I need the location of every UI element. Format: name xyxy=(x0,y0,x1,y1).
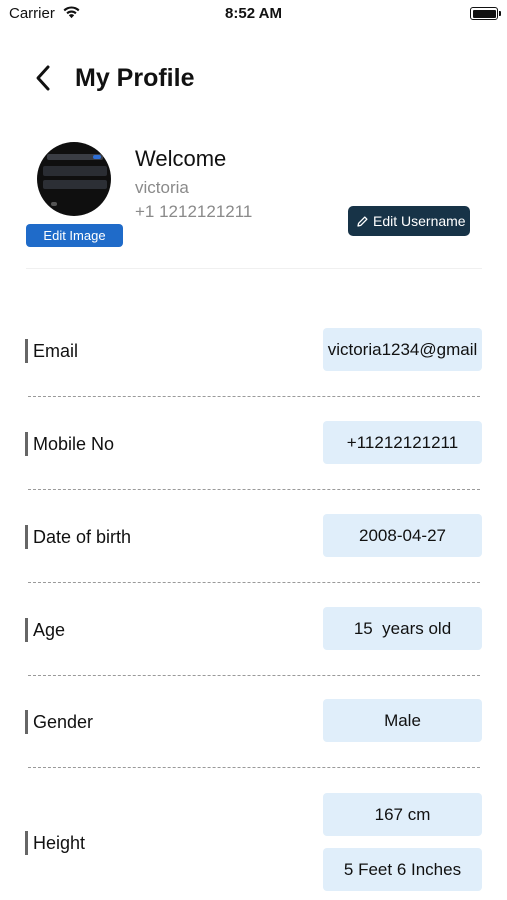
welcome-heading: Welcome xyxy=(135,146,227,171)
gender-value: Male xyxy=(323,699,482,742)
username-text: victoria xyxy=(135,178,189,197)
row-divider xyxy=(28,489,480,490)
height-label: Height xyxy=(25,831,85,855)
row-divider xyxy=(28,396,480,397)
avatar[interactable] xyxy=(37,142,111,216)
mobile-label: Mobile No xyxy=(25,432,114,456)
back-chevron-icon[interactable] xyxy=(33,63,57,93)
age-label: Age xyxy=(25,618,65,642)
profile-divider xyxy=(26,268,482,269)
height-cm-value: 167 cm xyxy=(323,793,482,836)
phone-text: +1 1212121211 xyxy=(135,202,253,221)
edit-image-button[interactable]: Edit Image xyxy=(26,224,123,247)
mobile-value: +11212121211 xyxy=(323,421,482,464)
email-value: victoria1234@gmail xyxy=(323,328,482,371)
status-time: 8:52 AM xyxy=(225,5,282,22)
gender-label: Gender xyxy=(25,710,93,734)
edit-username-label: Edit Username xyxy=(373,213,466,229)
dob-value: 2008-04-27 xyxy=(323,514,482,557)
dob-label: Date of birth xyxy=(25,525,131,549)
height-ft-value: 5 Feet 6 Inches xyxy=(323,848,482,891)
battery-icon xyxy=(470,7,498,20)
edit-username-button[interactable]: Edit Username xyxy=(348,206,470,236)
pencil-icon xyxy=(357,216,368,227)
row-divider xyxy=(28,582,480,583)
row-divider xyxy=(28,675,480,676)
email-label: Email xyxy=(25,339,78,363)
row-divider xyxy=(28,767,480,768)
age-value: 15 years old xyxy=(323,607,482,650)
battery-tip xyxy=(499,11,501,16)
status-bar: Carrier 8:52 AM xyxy=(0,0,507,30)
page-title: My Profile xyxy=(75,64,195,92)
